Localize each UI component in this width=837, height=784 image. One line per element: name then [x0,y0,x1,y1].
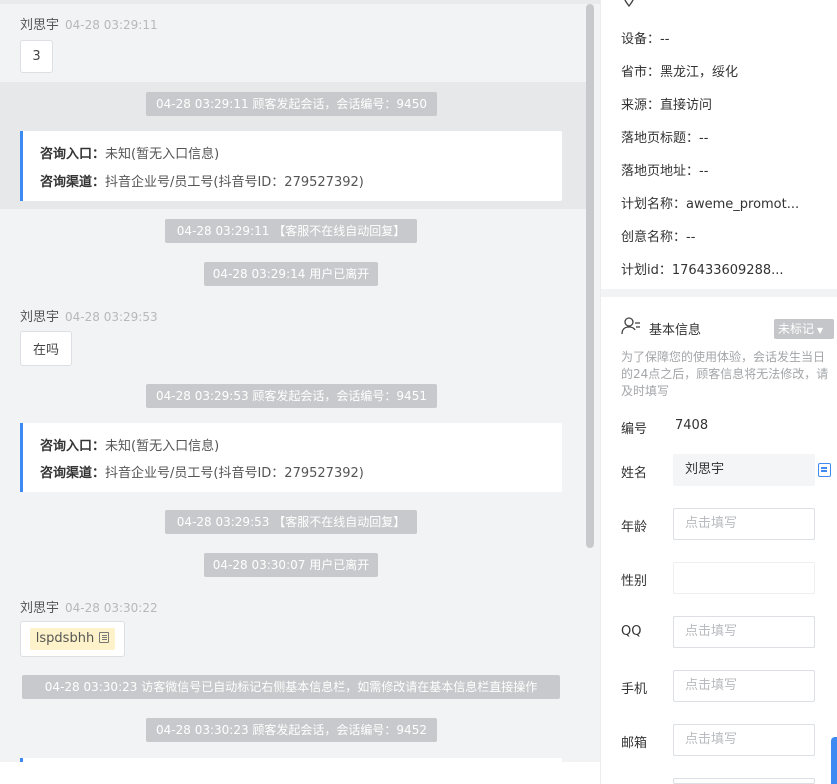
email-field[interactable]: 点击填写 [673,724,815,756]
message-time: 04-28 03:29:11 [65,18,158,32]
chat-scrollbar[interactable] [586,4,594,548]
name-label: 姓名 [621,466,648,481]
qq-field[interactable]: 点击填写 [673,616,815,648]
chat-panel[interactable]: 刘思宇 04-28 03:29:11 3 04-28 03:29:11 顾客发起会… [0,0,600,784]
copy-icon[interactable] [818,463,831,477]
age-field[interactable]: 点击填写 [673,508,815,540]
email-label: 邮箱 [621,736,648,751]
phone-field[interactable]: 点击填写 [673,670,815,702]
message-header: 刘思宇 04-28 03:29:53 [20,306,158,325]
system-message: 04-28 03:29:53 顾客发起会话，会话编号：9451 [146,384,437,408]
consult-channel-row: 咨询渠道：抖音企业号/员工号(抖音号ID：279527392) [40,466,364,481]
gender-field[interactable] [673,562,815,594]
sender-name: 刘思宇 [20,601,60,616]
age-label: 年龄 [621,520,648,535]
basic-info-title: 基本信息 [649,323,702,338]
message-text: lspdsbhh [35,631,95,646]
caret-down-icon: ▼ [817,326,824,335]
source-landing-url: 落地页地址：-- [621,164,709,179]
name-field[interactable]: 刘思宇 [673,454,815,486]
system-message: 04-28 03:30:23 访客微信号已自动标记右侧基本信息栏，如需修改请在基… [22,675,560,699]
system-message: 04-28 03:29:11 【客服不在线自动回复】 [165,219,417,243]
person-icon [621,317,640,335]
phone-label: 手机 [621,682,648,697]
next-field-partial[interactable] [673,778,815,784]
chat-top-edge [0,0,600,4]
sender-name: 刘思宇 [20,310,60,325]
qq-label: QQ [621,624,642,639]
consult-info-card: 咨询入口：未知(暂无入口信息) 咨询渠道：抖音企业号/员工号(抖音号ID：279… [20,131,562,201]
system-message: 04-28 03:29:14 用户已离开 [204,262,378,286]
source-creative-name: 创意名称：-- [621,230,696,245]
system-message: 04-28 03:29:11 顾客发起会话，会话编号：9450 [146,92,437,116]
copy-icon[interactable] [99,632,110,643]
location-icon [624,0,634,7]
message-bubble: 在吗 [20,331,72,366]
chat-bottom-bar [0,762,600,784]
source-plan-id: 计划id：176433609288... [621,263,784,278]
consult-entry-row: 咨询入口：未知(暂无入口信息) [40,147,220,162]
tag-dropdown[interactable]: 未标记 ▼ [774,319,834,339]
message-bubble: lspdsbhh [20,621,125,657]
consult-info-card: 咨询入口：未知(暂无入口信息) 咨询渠道：抖音企业号/员工号(抖音号ID：279… [20,423,562,492]
id-value: 7408 [675,418,709,433]
consult-channel-row: 咨询渠道：抖音企业号/员工号(抖音号ID：279527392) [40,175,364,190]
consult-entry-row: 咨询入口：未知(暂无入口信息) [40,439,220,454]
edit-deadline-tip: 为了保障您的使用体验，会话发生当日的24点之后，顾客信息将无法修改，请及时填写 [621,350,829,398]
copyable-wechat-id[interactable]: lspdsbhh [29,628,116,650]
source-origin: 来源：直接访问 [621,98,713,113]
message-text: 在吗 [32,343,59,358]
system-message: 04-28 03:30:07 用户已离开 [204,553,378,577]
source-plan-name: 计划名称：aweme_promot... [621,197,800,212]
sender-name: 刘思宇 [20,18,60,33]
source-landing-title: 落地页标题：-- [621,131,709,146]
id-label: 编号 [621,422,648,437]
message-bubble: 3 [20,40,53,73]
message-text: 3 [32,49,41,64]
source-province-city: 省市：黑龙江，绥化 [621,65,739,80]
source-device: 设备：-- [621,32,670,47]
floating-button-edge[interactable] [831,737,837,784]
gender-label: 性别 [621,574,648,589]
section-divider [601,289,837,297]
tag-dropdown-label: 未标记 [778,322,815,336]
message-time: 04-28 03:30:22 [65,601,158,615]
message-time: 04-28 03:29:53 [65,310,158,324]
message-header: 刘思宇 04-28 03:29:11 [20,14,158,33]
message-header: 刘思宇 04-28 03:30:22 [20,597,158,616]
system-message: 04-28 03:29:53 【客服不在线自动回复】 [165,510,417,534]
system-message: 04-28 03:30:23 顾客发起会话，会话编号：9452 [146,718,437,742]
customer-info-panel: 设备：-- 省市：黑龙江，绥化 来源：直接访问 落地页标题：-- 落地页地址：-… [600,0,837,784]
